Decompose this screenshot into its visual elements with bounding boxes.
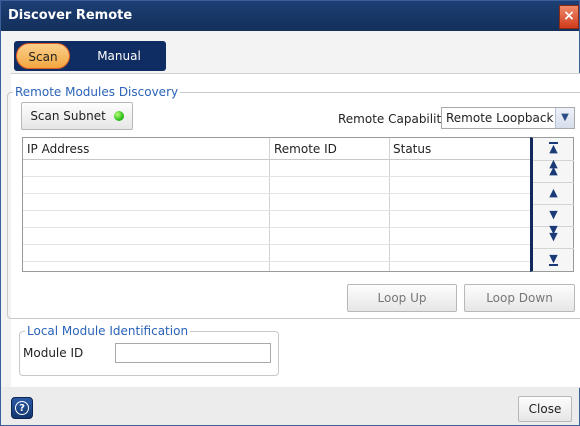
chevron-down-icon[interactable]: ▼ — [555, 108, 574, 128]
table-header: IP Address Remote ID Status — [23, 138, 531, 160]
window-title: Discover Remote — [8, 8, 133, 23]
table-row[interactable] — [23, 227, 531, 228]
module-id-field[interactable] — [115, 343, 271, 363]
table-row[interactable] — [23, 210, 531, 211]
discover-remote-window: Discover Remote × Scan Manual Selection … — [0, 0, 580, 426]
module-id-label: Module ID — [23, 346, 84, 360]
table-row[interactable] — [23, 193, 531, 194]
table-row[interactable] — [23, 244, 531, 245]
loop-up-button[interactable]: Loop Up — [347, 284, 457, 312]
mode-tab-bar: Scan Manual Selection — [14, 41, 166, 89]
local-module-identification-legend: Local Module Identification — [27, 324, 189, 338]
page-up-icon[interactable]: ▲ ▲ — [533, 158, 574, 183]
remote-capability-label: Remote Capability — [338, 112, 449, 126]
table-row[interactable] — [23, 261, 531, 262]
help-button[interactable]: ? — [11, 397, 33, 419]
scroll-up-icon[interactable]: ▲ — [533, 182, 574, 205]
close-button[interactable]: Close — [518, 396, 572, 422]
column-remote-id[interactable]: Remote ID — [274, 142, 337, 156]
scan-subnet-button[interactable]: Scan Subnet — [21, 102, 133, 130]
column-divider — [269, 138, 270, 271]
remote-modules-discovery-legend: Remote Modules Discovery — [15, 85, 179, 99]
close-icon[interactable]: × — [559, 5, 579, 29]
table-scroll-controls: ▲ ▲ ▲ ▲ ▼ ▼ ▼ ▼ — [530, 137, 574, 272]
status-led-icon — [113, 110, 124, 121]
scan-subnet-label: Scan Subnet — [30, 109, 106, 123]
page-down-icon[interactable]: ▼ ▼ — [533, 224, 574, 249]
column-ip-address[interactable]: IP Address — [27, 142, 89, 156]
tab-manual-selection[interactable]: Manual Selection — [74, 43, 164, 89]
loop-down-button[interactable]: Loop Down — [464, 284, 575, 312]
footer-bar — [1, 387, 579, 425]
tab-scan[interactable]: Scan — [16, 43, 70, 69]
column-divider — [389, 138, 390, 271]
table-row[interactable] — [23, 176, 531, 177]
title-bar: Discover Remote × — [1, 1, 579, 31]
remote-modules-table[interactable]: IP Address Remote ID Status — [22, 137, 532, 272]
column-status[interactable]: Status — [393, 142, 431, 156]
help-icon: ? — [15, 401, 29, 415]
remote-capability-select[interactable]: Remote Loopback ▼ — [441, 107, 575, 129]
remote-capability-value: Remote Loopback — [446, 111, 554, 125]
scroll-to-bottom-icon[interactable]: ▼ — [533, 248, 574, 270]
